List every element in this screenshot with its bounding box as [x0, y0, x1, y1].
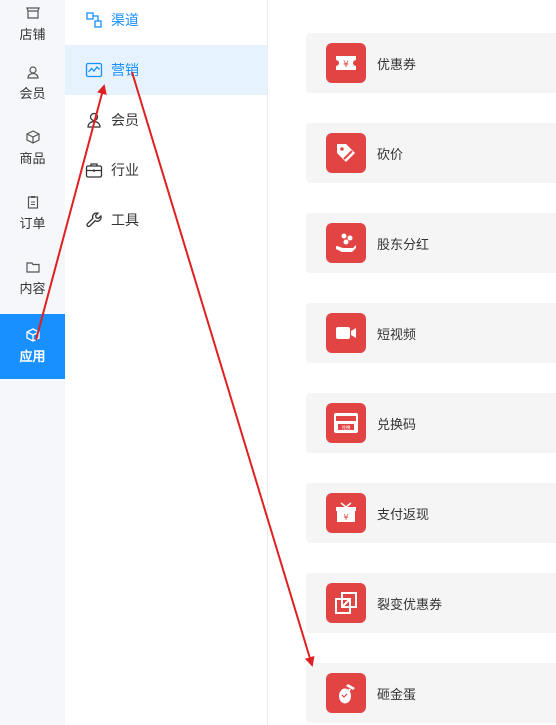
rail-item-member[interactable]: 会员	[0, 51, 65, 116]
submenu-item-label: 会员	[111, 113, 139, 129]
app-card-label: 砍价	[377, 147, 404, 163]
wrench-icon	[86, 212, 102, 228]
dividend-hand-icon	[326, 223, 366, 263]
app-card-coupon[interactable]: ¥ 优惠券	[306, 33, 556, 93]
submenu-item-member[interactable]: 会员	[65, 95, 267, 145]
rail-item-label: 订单	[19, 217, 46, 232]
app-list-panel: ¥ 优惠券 砍价 股东分红 短视频 兑换 兑换码 ¥ 支付返现 裂变优惠券 砸金…	[268, 0, 556, 725]
app-card-cashback[interactable]: ¥ 支付返现	[306, 483, 556, 543]
channel-icon	[86, 12, 102, 28]
app-card-label: 优惠券	[377, 57, 417, 73]
clipboard-icon	[27, 196, 38, 209]
primary-nav-rail: 店铺 会员 商品 订单 内容 应用	[0, 0, 65, 725]
briefcase-icon	[85, 163, 103, 178]
price-tag-icon	[326, 133, 366, 173]
chart-icon	[85, 62, 103, 78]
submenu-item-tools[interactable]: 工具	[65, 195, 267, 245]
video-camera-icon	[326, 313, 366, 353]
fission-link-icon	[326, 583, 366, 623]
app-card-redeem-code[interactable]: 兑换 兑换码	[306, 393, 556, 453]
rail-item-store[interactable]: 店铺	[0, 0, 65, 57]
submenu-item-channel[interactable]: 渠道	[65, 0, 267, 45]
submenu-item-label: 营销	[111, 63, 139, 79]
svg-text:¥: ¥	[343, 513, 348, 522]
submenu-item-label: 行业	[111, 163, 139, 179]
rail-item-apps[interactable]: 应用	[0, 314, 65, 379]
app-card-label: 短视频	[377, 327, 417, 343]
app-card-fission-coupon[interactable]: 裂变优惠券	[306, 573, 556, 633]
app-card-label: 砸金蛋	[377, 687, 417, 703]
submenu-item-marketing[interactable]: 营销	[65, 45, 267, 95]
cashback-box-icon: ¥	[326, 493, 366, 533]
store-icon	[25, 7, 40, 19]
svg-text:¥: ¥	[343, 60, 349, 70]
coupon-icon: ¥	[326, 43, 366, 83]
folder-icon	[25, 262, 40, 273]
rail-item-label: 内容	[19, 282, 46, 297]
app-card-label: 兑换码	[377, 417, 417, 433]
submenu-item-label: 工具	[111, 213, 139, 229]
rail-item-label: 应用	[19, 350, 46, 365]
cube-icon	[25, 328, 40, 342]
svg-text:兑换: 兑换	[342, 424, 351, 431]
redeem-code-icon: 兑换	[326, 403, 366, 443]
user-icon	[26, 66, 39, 79]
rail-item-content[interactable]: 内容	[0, 246, 65, 311]
app-card-label: 支付返现	[377, 507, 430, 523]
app-card-label: 裂变优惠券	[377, 597, 443, 613]
app-card-short-video[interactable]: 短视频	[306, 303, 556, 363]
app-card-golden-egg[interactable]: 砸金蛋	[306, 663, 556, 723]
rail-item-label: 会员	[19, 87, 46, 102]
rail-item-label: 商品	[19, 152, 46, 167]
secondary-nav: 渠道 营销 会员 行业 工具	[65, 0, 268, 725]
golden-egg-icon	[326, 673, 366, 713]
user-icon	[87, 112, 101, 128]
rail-item-goods[interactable]: 商品	[0, 116, 65, 181]
submenu-item-industry[interactable]: 行业	[65, 145, 267, 195]
app-card-label: 股东分红	[377, 237, 430, 253]
rail-item-orders[interactable]: 订单	[0, 181, 65, 246]
submenu-item-label: 渠道	[111, 13, 139, 29]
app-card-dividend[interactable]: 股东分红	[306, 213, 556, 273]
rail-item-label: 店铺	[19, 28, 46, 43]
app-card-bargain[interactable]: 砍价	[306, 123, 556, 183]
box-icon	[25, 130, 40, 144]
